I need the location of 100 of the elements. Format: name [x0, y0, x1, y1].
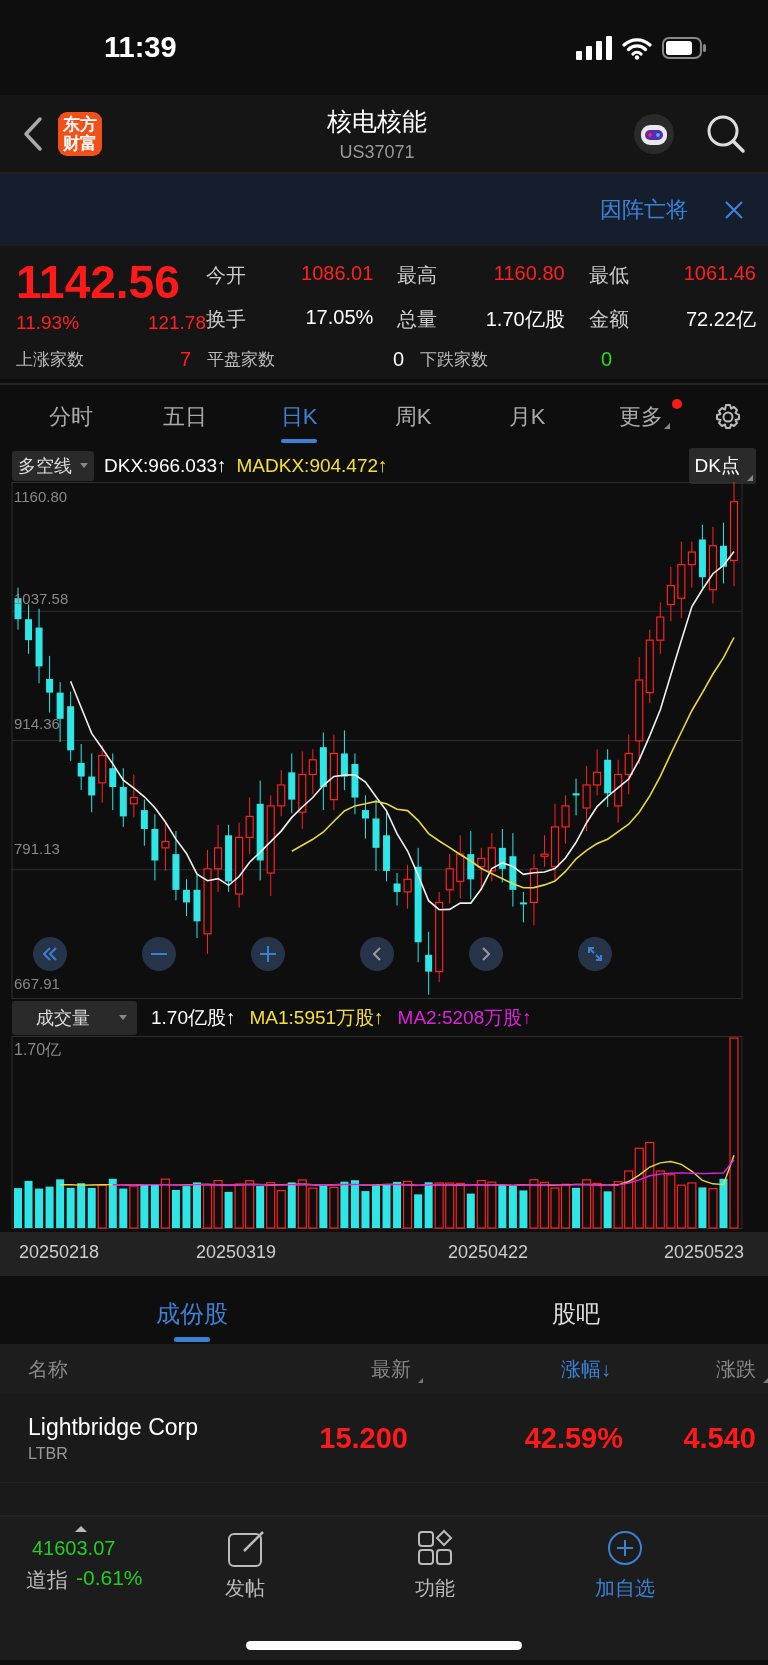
volume-bar — [539, 1181, 550, 1229]
volume-bar — [372, 1184, 380, 1228]
candlestick — [519, 891, 527, 923]
volume-selector[interactable]: 成交量 — [12, 1000, 137, 1035]
indicator-selector[interactable]: 多空线 — [12, 450, 94, 481]
volume-bar — [256, 1186, 265, 1228]
candlestick — [225, 824, 233, 893]
count-label: 平盘家数 — [207, 349, 275, 371]
settings-icon[interactable] — [714, 403, 742, 431]
candlestick — [277, 769, 286, 817]
candlestick — [88, 752, 96, 813]
axis-label: 791.13 — [14, 840, 60, 857]
volume-bar — [14, 1188, 22, 1228]
candlestick — [656, 601, 665, 655]
period-tab[interactable]: 月K — [470, 391, 584, 443]
period-tab[interactable]: 分时 — [14, 391, 128, 443]
period-tab[interactable]: 更多 — [584, 391, 698, 443]
zoom-in-button[interactable] — [251, 937, 285, 971]
chevron-left-icon — [373, 947, 381, 961]
volume-bar — [224, 1191, 233, 1228]
count-label: 上涨家数 — [16, 349, 84, 371]
last-price: 1142.56 — [16, 256, 181, 308]
volume-reading: MA1:5951万股↑ — [249, 1005, 384, 1030]
section-tab[interactable]: 股吧 — [384, 1284, 768, 1344]
stat-value: 1086.01 — [301, 262, 374, 286]
stat-label: 金额 — [588, 307, 629, 332]
volume-bar — [519, 1190, 528, 1228]
fullscreen-button[interactable] — [578, 937, 612, 971]
volume-bar — [319, 1185, 328, 1228]
back-icon[interactable] — [22, 115, 44, 152]
previous-button[interactable] — [360, 937, 394, 971]
zoom-out-button[interactable] — [142, 937, 176, 971]
table-cell-text: 4.540 — [682, 1421, 756, 1455]
candlestick — [172, 830, 180, 901]
column-header[interactable]: 涨跌 — [623, 1355, 768, 1383]
toolbar-button[interactable]: 加自选 — [570, 1529, 680, 1602]
volume-bar — [150, 1184, 159, 1228]
column-header[interactable]: 最新 — [278, 1355, 423, 1383]
volume-bar — [160, 1178, 170, 1229]
volume-bar — [592, 1182, 602, 1229]
index-ticker[interactable]: 41603.07 道指 -0.61% — [0, 1529, 143, 1594]
minus-icon — [151, 953, 167, 955]
axis-label: 667.91 — [14, 975, 60, 992]
candlestick — [425, 931, 433, 996]
change-amount: 121.78 — [147, 312, 206, 334]
robot-avatar-icon[interactable] — [632, 111, 676, 156]
toolbar-button[interactable]: 发帖 — [190, 1529, 300, 1602]
volume-bar — [708, 1188, 718, 1229]
candlestick — [624, 734, 633, 795]
change-percent: 11.93% — [16, 312, 80, 334]
stock-ticker: LTBR — [28, 1444, 69, 1463]
banner-text: 因阵亡将 — [600, 196, 688, 224]
candlestick — [351, 752, 359, 815]
stat-label: 换手 — [206, 307, 246, 332]
candlestick — [340, 729, 348, 791]
next-button[interactable] — [469, 937, 503, 971]
scroll-left-button[interactable] — [33, 937, 67, 971]
candlestick — [46, 655, 54, 714]
volume-bar — [297, 1179, 307, 1229]
volume-bar — [424, 1182, 433, 1228]
indicator-reading: DKX:966.033↑ — [104, 454, 227, 477]
candlestick — [25, 604, 33, 655]
section-tab[interactable]: 成份股 — [0, 1284, 384, 1344]
volume-bar — [119, 1188, 128, 1228]
volume-bar — [350, 1180, 359, 1228]
period-tab[interactable]: 周K — [356, 391, 470, 443]
table-cell-text: 15.200 — [318, 1421, 408, 1455]
count-value: 0 — [600, 348, 612, 371]
candlestick — [361, 794, 369, 839]
volume-bar — [108, 1178, 117, 1228]
volume-bar — [498, 1185, 507, 1228]
axis-label: 1.70亿 — [14, 1040, 62, 1060]
axis-label: 914.36 — [14, 715, 60, 732]
corner-triangle-icon — [747, 474, 753, 481]
search-icon[interactable] — [706, 113, 746, 154]
candlestick — [383, 811, 391, 882]
notice-banner[interactable]: 因阵亡将 — [0, 172, 768, 246]
period-tab[interactable]: 五日 — [128, 391, 242, 443]
volume-bar — [455, 1182, 465, 1229]
stat-value: 1.70亿股 — [485, 307, 565, 332]
double-chevron-left-icon — [43, 947, 57, 961]
column-header[interactable]: 名称 — [28, 1355, 278, 1383]
close-icon[interactable] — [724, 200, 744, 220]
volume-bar — [287, 1182, 296, 1228]
volume-bar — [77, 1183, 86, 1228]
candlestick — [288, 752, 296, 814]
volume-bar — [266, 1182, 276, 1229]
caret-icon — [80, 463, 88, 468]
toolbar-button[interactable]: 功能 — [380, 1529, 490, 1602]
indicator-reading: MADKX:904.472↑ — [236, 454, 388, 477]
stat-value: 17.05% — [305, 306, 374, 330]
date-label: 20250319 — [196, 1242, 277, 1263]
column-header[interactable]: 涨幅↓ — [423, 1355, 623, 1383]
app-logo: 东方财富 — [58, 111, 102, 156]
volume-bar — [603, 1191, 612, 1228]
candlestick — [67, 691, 75, 762]
caret-icon — [119, 1015, 127, 1020]
period-tab[interactable]: 日K — [242, 391, 356, 443]
volume-bar — [550, 1187, 560, 1229]
dk-point-button[interactable]: DK点 — [688, 447, 756, 484]
